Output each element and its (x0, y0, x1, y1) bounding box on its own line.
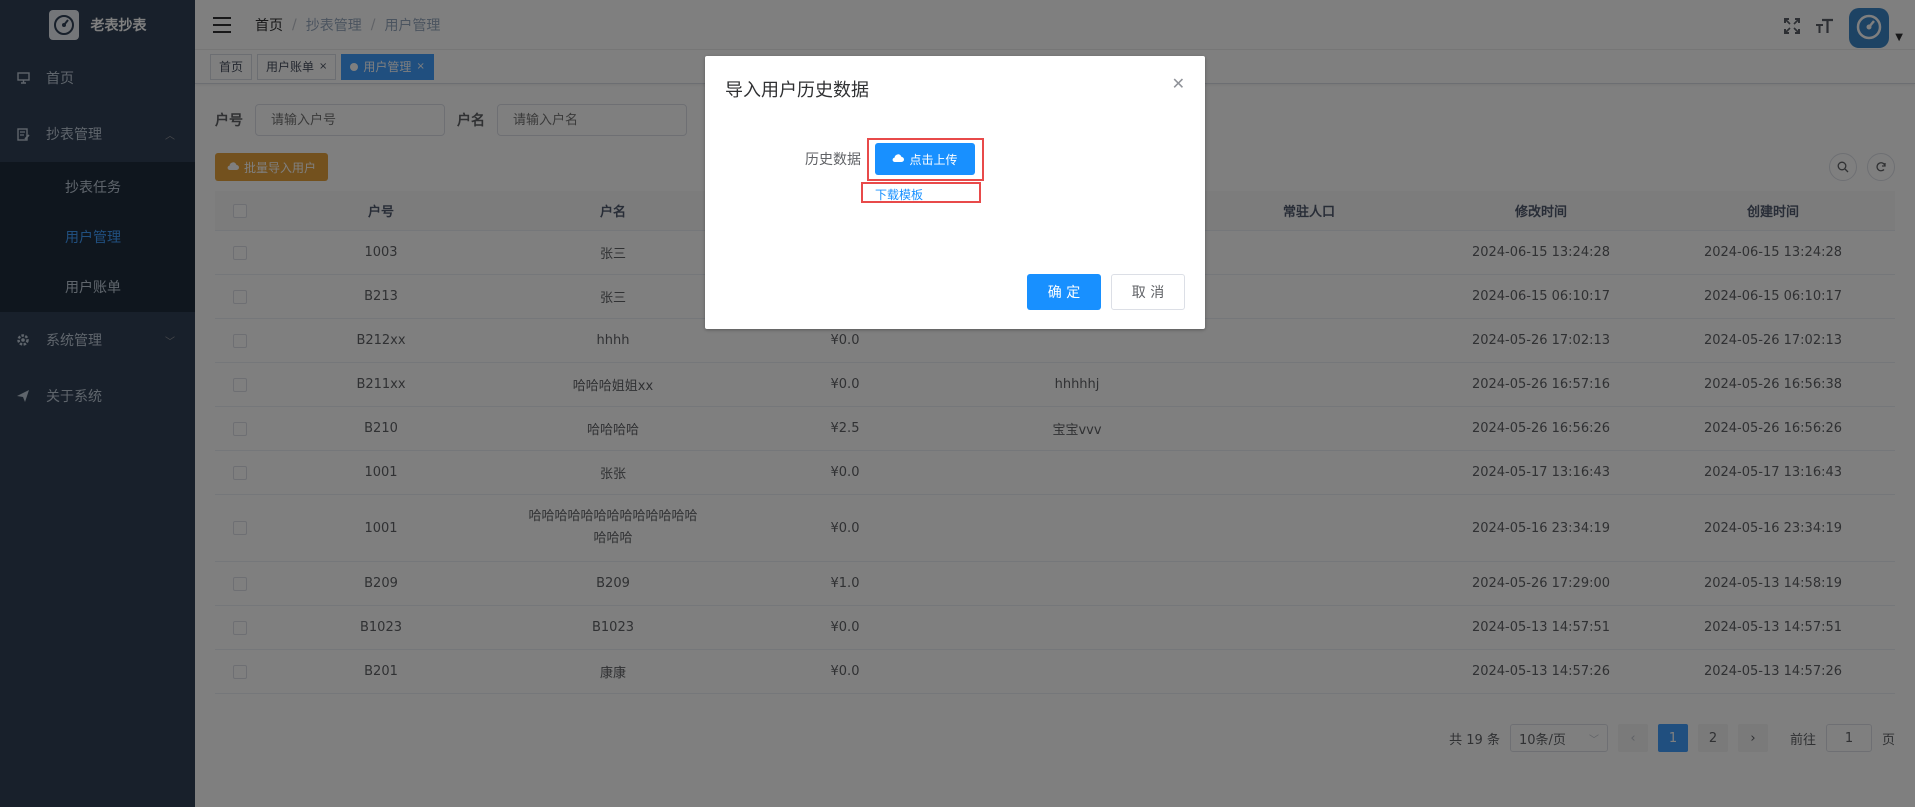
close-icon[interactable]: ✕ (1172, 74, 1185, 93)
highlight-box-upload (867, 138, 984, 181)
highlight-box-download (861, 182, 981, 203)
cancel-button[interactable]: 取 消 (1111, 274, 1185, 310)
import-history-dialog: 导入用户历史数据 ✕ 历史数据 点击上传 下载模板 确 定 取 消 (705, 56, 1205, 329)
confirm-button[interactable]: 确 定 (1027, 274, 1101, 310)
history-data-label: 历史数据 (805, 152, 861, 168)
dialog-title: 导入用户历史数据 (725, 80, 869, 101)
